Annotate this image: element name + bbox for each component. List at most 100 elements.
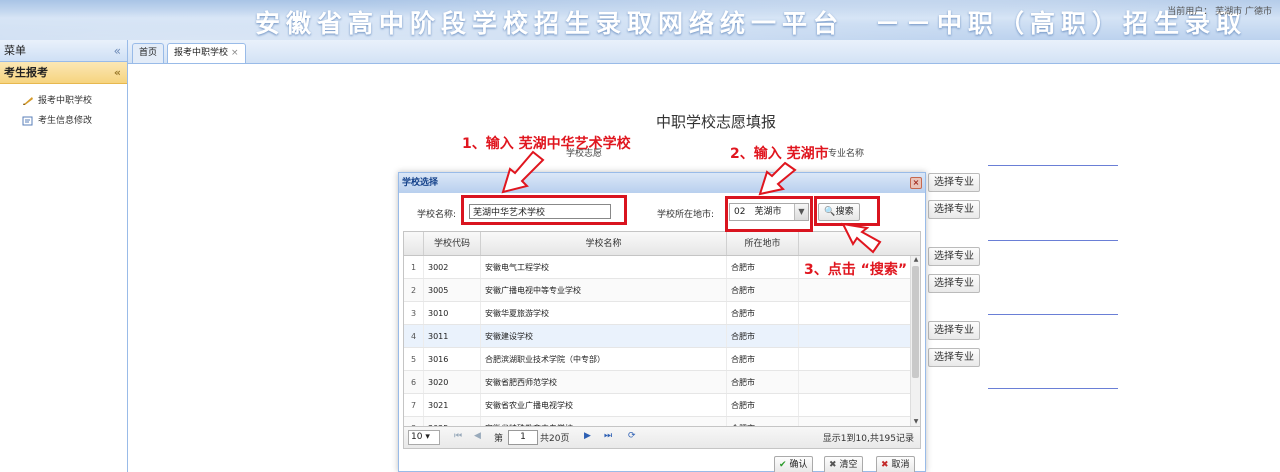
- annotation-step1: 1、输入 芜湖中华艺术学校: [462, 136, 631, 152]
- record-summary: 显示1到10,共195记录: [822, 434, 914, 444]
- school-code-cell: 3025: [424, 417, 481, 426]
- page-prefix: 第: [494, 434, 504, 444]
- school-code-cell: 3021: [424, 394, 481, 416]
- highlight-school-name: [461, 195, 627, 225]
- city-cell: 合肥市: [727, 302, 799, 324]
- close-icon[interactable]: ×: [910, 177, 922, 189]
- highlight-search-button: [814, 196, 880, 226]
- city-cell: 合肥市: [727, 279, 799, 301]
- row-number: 1: [404, 256, 424, 278]
- menu-header-label: 菜单: [4, 44, 26, 57]
- scroll-up-icon[interactable]: ▲: [911, 256, 920, 264]
- page-title: 中职学校志愿填报: [656, 113, 777, 131]
- school-code-cell: 3020: [424, 371, 481, 393]
- table-row[interactable]: 6 3020 安徽省肥西师范学校 合肥市: [404, 371, 920, 394]
- school-name-cell: 安徽华夏旅游学校: [481, 302, 727, 324]
- menu-group-exam-apply[interactable]: 考生报考 «: [0, 62, 127, 84]
- collapse-group-icon[interactable]: «: [114, 62, 121, 84]
- city-cell: 合肥市: [727, 348, 799, 370]
- edit-document-icon: [22, 116, 33, 126]
- user-info: 当前用户： 芜湖市 广德市: [1167, 7, 1272, 17]
- select-major-button[interactable]: 选择专业: [928, 321, 980, 340]
- tab-label: 报考中职学校: [174, 48, 229, 58]
- select-major-button[interactable]: 选择专业: [928, 173, 980, 192]
- table-row[interactable]: 2 3005 安徽广播电视中等专业学校 合肥市: [404, 279, 920, 302]
- close-tab-icon[interactable]: ×: [231, 48, 239, 58]
- confirm-label: 确认: [789, 460, 808, 470]
- cancel-button[interactable]: ✖ 取消: [876, 456, 915, 472]
- banner: 安徽省高中阶段学校招生录取网络统一平台 －－中职（高职）招生录取 当前用户： 芜…: [0, 0, 1280, 40]
- check-icon: ✔: [779, 460, 787, 470]
- divider: [988, 314, 1118, 315]
- banner-title: 安徽省高中阶段学校招生录取网络统一平台 －－中职（高职）招生录取: [255, 9, 1248, 38]
- refresh-icon[interactable]: ⟳: [628, 431, 636, 441]
- divider: [988, 240, 1118, 241]
- header-city: 所在地市: [727, 232, 799, 255]
- row-number: 5: [404, 348, 424, 370]
- table-header: 学校代码 学校名称 所在地市: [404, 232, 920, 256]
- next-page-icon[interactable]: ▶: [584, 431, 591, 441]
- last-page-icon[interactable]: ⏭: [604, 431, 612, 441]
- clear-icon: ✖: [829, 460, 837, 470]
- clear-button[interactable]: ✖ 清空: [824, 456, 863, 472]
- divider: [988, 388, 1118, 389]
- table-row[interactable]: 5 3016 合肥滨湖职业技术学院（中专部） 合肥市: [404, 348, 920, 371]
- highlight-city-select: [725, 196, 813, 232]
- table-row[interactable]: 3 3010 安徽华夏旅游学校 合肥市: [404, 302, 920, 325]
- sidebar: 菜单 « 考生报考 « 报考中职学校 考生信息修改: [0, 40, 128, 472]
- tab-home[interactable]: 首页: [132, 43, 165, 63]
- scroll-down-icon[interactable]: ▼: [911, 418, 920, 426]
- scroll-thumb[interactable]: [912, 266, 919, 378]
- school-name-cell: 安徽建设学校: [481, 325, 727, 347]
- select-major-button[interactable]: 选择专业: [928, 247, 980, 266]
- city-cell: 合肥市: [727, 371, 799, 393]
- table-row[interactable]: 7 3021 安徽省农业广播电视学校 合肥市: [404, 394, 920, 417]
- annotation-step3: 3、点击 “搜索”: [804, 262, 908, 278]
- header-row-number: [404, 232, 424, 255]
- city-cell: 合肥市: [727, 417, 799, 426]
- confirm-button[interactable]: ✔ 确认: [774, 456, 813, 472]
- table-scrollbar[interactable]: ▲ ▼: [910, 256, 920, 426]
- row-number: 8: [404, 417, 424, 426]
- prev-page-icon[interactable]: ◀: [474, 431, 481, 441]
- current-page-input[interactable]: 1: [508, 430, 538, 445]
- school-code-cell: 3016: [424, 348, 481, 370]
- dialog-titlebar: 学校选择 ×: [399, 173, 925, 193]
- cancel-icon: ✖: [881, 460, 889, 470]
- collapse-menu-icon[interactable]: «: [114, 40, 121, 62]
- school-code-cell: 3002: [424, 256, 481, 278]
- select-major-button[interactable]: 选择专业: [928, 200, 980, 219]
- school-name-cell: 安徽省肥西师范学校: [481, 371, 727, 393]
- header-school-name: 学校名称: [481, 232, 727, 255]
- select-major-button[interactable]: 选择专业: [928, 348, 980, 367]
- school-name-cell: 安徽省特殊教育中专学校: [481, 417, 727, 426]
- sidebar-item-apply-school[interactable]: 报考中职学校: [0, 92, 127, 110]
- tab-bar: 首页 报考中职学校 ×: [128, 40, 1280, 64]
- select-major-button[interactable]: 选择专业: [928, 274, 980, 293]
- sidebar-item-edit-info[interactable]: 考生信息修改: [0, 112, 127, 130]
- table-row[interactable]: 4 3011 安徽建设学校 合肥市: [404, 325, 920, 348]
- row-number: 6: [404, 371, 424, 393]
- divider: [988, 165, 1118, 166]
- menu-header: 菜单 «: [0, 40, 127, 62]
- school-code-cell: 3010: [424, 302, 481, 324]
- sidebar-item-label: 报考中职学校: [38, 96, 93, 106]
- column-header-major: 专业名称: [828, 149, 865, 159]
- cancel-label: 取消: [891, 460, 910, 470]
- first-page-icon[interactable]: ⏮: [454, 431, 462, 441]
- school-name-label: 学校名称:: [417, 210, 457, 220]
- page-size-value: 10: [411, 432, 423, 442]
- table-row[interactable]: 83025安徽省特殊教育中专学校合肥市: [404, 417, 920, 426]
- tab-apply-school[interactable]: 报考中职学校 ×: [167, 43, 246, 63]
- page-size-select[interactable]: 10 ▾: [408, 430, 440, 445]
- city-cell: 合肥市: [727, 394, 799, 416]
- header-school-code: 学校代码: [424, 232, 481, 255]
- menu-group-label: 考生报考: [4, 66, 48, 79]
- tab-label: 首页: [139, 48, 158, 58]
- table-body: 1 3002 安徽电气工程学校 合肥市 2 3005 安徽广播电视中等专业学校 合肥市 3 301…: [404, 256, 920, 426]
- pencil-flag-icon: [23, 97, 33, 105]
- school-name-cell: 安徽省农业广播电视学校: [481, 394, 727, 416]
- page-total: 共20页: [540, 434, 570, 444]
- row-number: 3: [404, 302, 424, 324]
- row-number: 4: [404, 325, 424, 347]
